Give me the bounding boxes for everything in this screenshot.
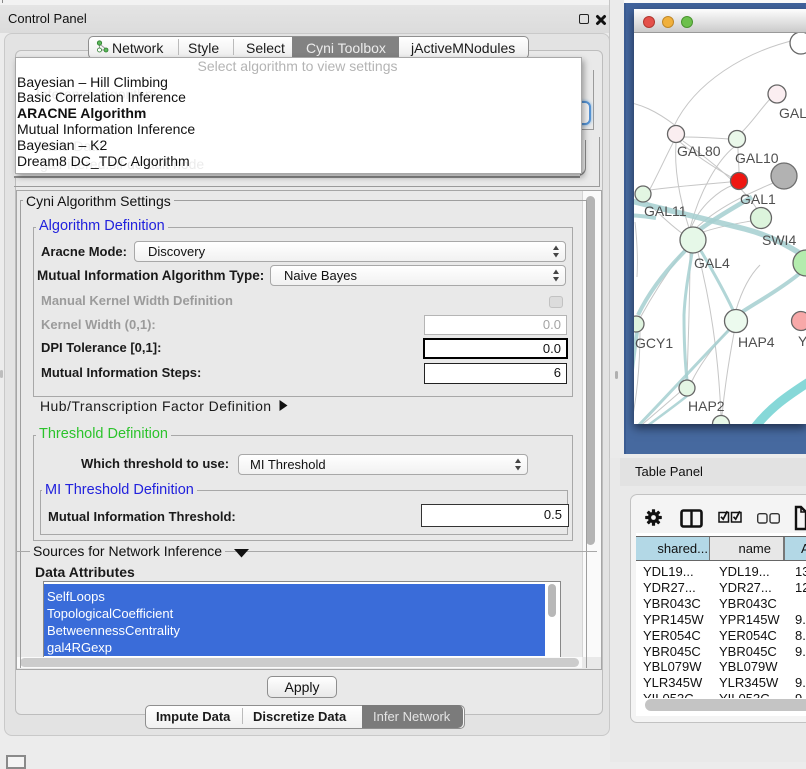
svg-text:HAP4: HAP4 (738, 334, 775, 350)
svg-text:GAL7: GAL7 (779, 105, 806, 121)
svg-text:GAL11: GAL11 (644, 203, 687, 219)
svg-text:GAL10: GAL10 (735, 150, 779, 166)
svg-text:GAL1: GAL1 (740, 191, 776, 207)
svg-text:GAL4: GAL4 (694, 255, 730, 271)
svg-text:GCY1: GCY1 (635, 335, 673, 351)
svg-text:HAP2: HAP2 (688, 398, 725, 414)
svg-text:SWI4: SWI4 (762, 232, 796, 248)
svg-text:GAL80: GAL80 (677, 143, 721, 159)
svg-text:Y: Y (798, 333, 806, 349)
